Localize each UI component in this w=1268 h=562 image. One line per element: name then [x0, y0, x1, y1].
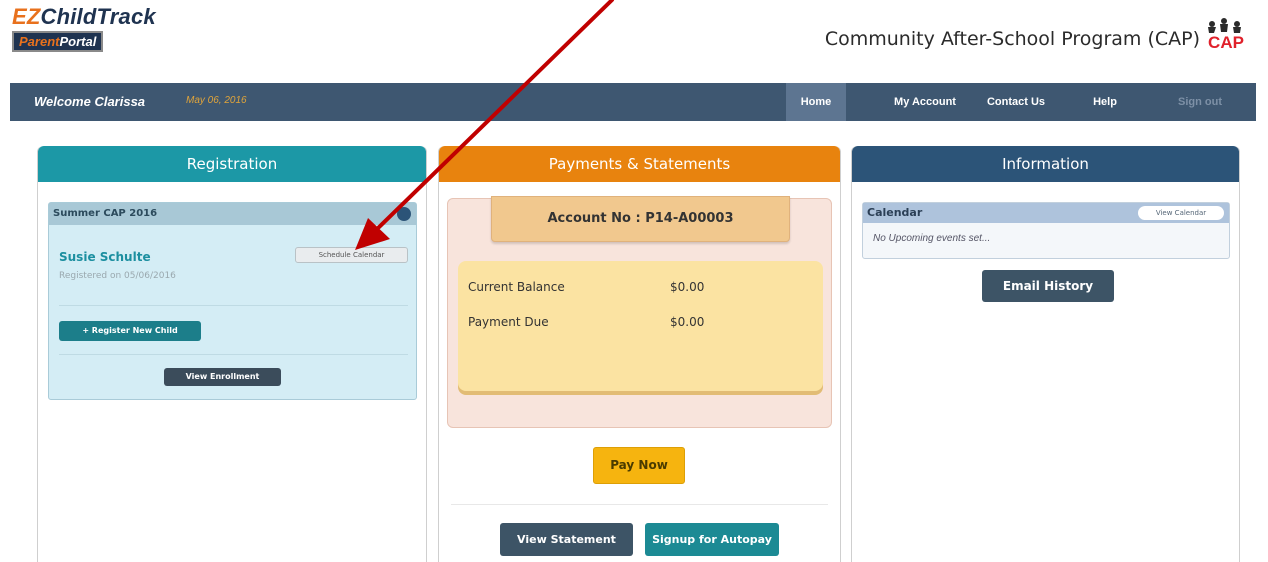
brand-name-ez: EZ [12, 4, 41, 29]
payments-title: Payments & Statements [439, 146, 840, 182]
child-name-link[interactable]: Susie Schulte [59, 250, 151, 264]
cap-logo-icon: CAP [1208, 18, 1244, 50]
nav-home[interactable]: Home [786, 83, 846, 121]
email-history-button[interactable]: Email History [982, 270, 1114, 302]
registered-date-text: Registered on 05/06/2016 [59, 271, 176, 281]
view-statement-button[interactable]: View Statement [500, 523, 633, 556]
information-panel: Information Calendar View Calendar No Up… [851, 146, 1240, 562]
balance-box: Current Balance $0.00 Payment Due $0.00 [458, 261, 823, 391]
welcome-date: May 06, 2016 [186, 95, 247, 106]
program-title: Community After-School Program (CAP) [824, 28, 1200, 50]
portal-badge-rest: Portal [59, 34, 97, 49]
calendar-header: Calendar View Calendar [863, 203, 1229, 223]
collapse-toggle-icon[interactable] [397, 207, 411, 221]
schedule-calendar-button[interactable]: Schedule Calendar [295, 247, 408, 263]
registration-title: Registration [38, 146, 426, 182]
view-calendar-button[interactable]: View Calendar [1138, 206, 1224, 220]
payments-panel: Payments & Statements Account No : P14-A… [438, 146, 841, 562]
calendar-title: Calendar [867, 206, 923, 219]
no-events-text: No Upcoming events set... [873, 233, 991, 244]
welcome-text: Welcome Clarissa [34, 94, 146, 109]
payment-due-value: $0.00 [670, 315, 705, 329]
current-balance-value: $0.00 [670, 280, 705, 294]
calendar-card: Calendar View Calendar No Upcoming event… [862, 202, 1230, 259]
register-new-child-button[interactable]: + Register New Child [59, 321, 201, 341]
card-divider [59, 305, 408, 306]
brand-name-rest: ChildTrack [40, 4, 156, 29]
nav-my-account[interactable]: My Account [880, 83, 970, 121]
pay-now-button[interactable]: Pay Now [593, 447, 685, 484]
information-title: Information [852, 146, 1239, 182]
brand-logo: EZChildTrack ParentPortal [12, 4, 156, 52]
svg-text:CAP: CAP [1208, 33, 1244, 50]
program-name: Summer CAP 2016 [53, 208, 158, 219]
payments-divider [451, 504, 828, 505]
account-summary: Account No : P14-A00003 Current Balance … [447, 196, 832, 428]
nav-help[interactable]: Help [1082, 83, 1128, 121]
portal-badge: ParentPortal [12, 31, 104, 52]
nav-contact-us[interactable]: Contact Us [978, 83, 1054, 121]
card-divider [59, 354, 408, 355]
account-number: Account No : P14-A00003 [491, 196, 790, 242]
signup-autopay-button[interactable]: Signup for Autopay [645, 523, 779, 556]
view-enrollment-button[interactable]: View Enrollment [164, 368, 281, 386]
current-balance-label: Current Balance [468, 280, 565, 294]
nav-sign-out[interactable]: Sign out [1160, 83, 1240, 121]
program-card-header: Summer CAP 2016 [49, 203, 416, 225]
top-navbar: Welcome Clarissa May 06, 2016 Home My Ac… [10, 83, 1256, 121]
brand-name: EZChildTrack [12, 4, 156, 30]
registration-panel: Registration Summer CAP 2016 Susie Schul… [37, 146, 427, 562]
portal-badge-parent: Parent [19, 34, 60, 49]
program-card: Summer CAP 2016 Susie Schulte Schedule C… [48, 202, 417, 400]
payment-due-label: Payment Due [468, 315, 549, 329]
